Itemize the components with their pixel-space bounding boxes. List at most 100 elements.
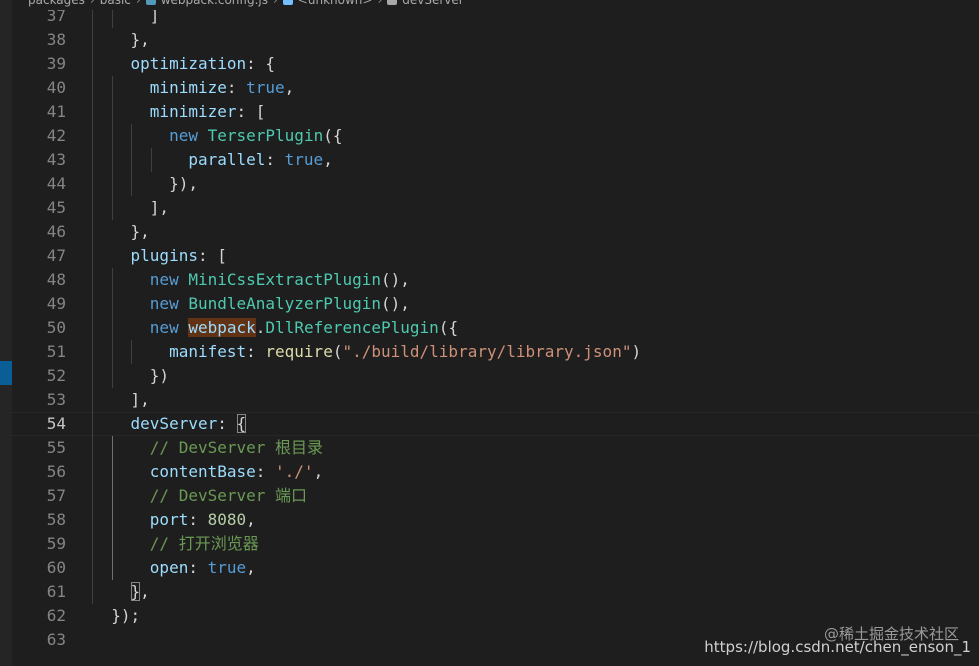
code-line[interactable]: 39 optimization: { (12, 52, 979, 76)
breadcrumb-separator: › (135, 0, 141, 7)
code-token: './' (275, 462, 314, 481)
code-token: minimize (149, 78, 227, 97)
code-line[interactable]: 54 devServer: { (12, 412, 979, 436)
code-token: , (313, 462, 324, 481)
code-token: ({ (438, 318, 459, 337)
code-line[interactable]: 56 contentBase: './', (12, 460, 979, 484)
code-line[interactable]: 44 }), (12, 172, 979, 196)
code-token: }), (92, 174, 198, 193)
indent-guide (111, 436, 113, 580)
breadcrumb-item[interactable]: packages (28, 0, 85, 7)
indent-guide (92, 4, 93, 604)
code-text: contentBase: './', (92, 460, 323, 484)
breadcrumb-item[interactable]: basic (100, 0, 131, 7)
code-line[interactable]: 38 }, (12, 28, 979, 52)
code-text: }, (92, 28, 150, 52)
code-token: : [ (197, 246, 227, 265)
code-line[interactable]: 53 ], (12, 388, 979, 412)
code-token: manifest (169, 342, 247, 361)
code-text: }); (92, 604, 140, 628)
line-number: 42 (46, 126, 66, 145)
code-line[interactable]: 50 new webpack.DllReferencePlugin({ (12, 316, 979, 340)
code-text: devServer: { (92, 413, 247, 435)
code-token: : (246, 342, 266, 361)
line-number: 45 (46, 198, 66, 217)
code-token: // DevServer 端口 (149, 486, 308, 505)
line-number: 38 (46, 30, 66, 49)
code-token: , (323, 150, 333, 169)
code-line[interactable]: 58 port: 8080, (12, 508, 979, 532)
line-number: 63 (46, 630, 66, 649)
code-token: : (255, 462, 276, 481)
code-token: MiniCssExtractPlugin (188, 270, 381, 289)
code-line[interactable]: 41 minimizer: [ (12, 100, 979, 124)
code-line[interactable]: 51 manifest: require("./build/library/li… (12, 340, 979, 364)
code-token: : (226, 78, 247, 97)
code-text: new BundleAnalyzerPlugin(), (92, 292, 410, 316)
code-line[interactable]: 43 parallel: true, (12, 148, 979, 172)
code-token: new (149, 270, 179, 289)
code-token: TerserPlugin (207, 126, 324, 145)
module-symbol-icon (282, 0, 293, 5)
code-token: : (265, 150, 285, 169)
code-line[interactable]: 40 minimize: true, (12, 76, 979, 100)
code-line[interactable]: 61 }, (12, 580, 979, 604)
code-line[interactable]: 57 // DevServer 端口 (12, 484, 979, 508)
breadcrumb-separator: › (377, 0, 383, 7)
code-text: new TerserPlugin({ (92, 124, 342, 148)
code-token: "./build/library/library.json" (342, 342, 632, 361)
line-number: 39 (46, 54, 66, 73)
line-number: 61 (46, 582, 66, 601)
code-token: }, (92, 222, 150, 241)
code-line[interactable]: 48 new MiniCssExtractPlugin(), (12, 268, 979, 292)
code-line[interactable]: 55 // DevServer 根目录 (12, 436, 979, 460)
code-token: new (149, 318, 179, 337)
code-line[interactable]: 46 }, (12, 220, 979, 244)
indent-guide (131, 124, 133, 196)
code-line[interactable]: 47 plugins: [ (12, 244, 979, 268)
code-token: (), (381, 270, 410, 289)
code-token: require (265, 342, 333, 361)
code-token: : (217, 414, 237, 433)
code-line[interactable]: 59 // 打开浏览器 (12, 532, 979, 556)
code-token: ], (92, 198, 170, 217)
code-token: webpack (188, 318, 256, 337)
code-text: optimization: { (92, 52, 276, 76)
breadcrumb-item[interactable]: devServer (402, 0, 463, 7)
code-line[interactable]: 49 new BundleAnalyzerPlugin(), (12, 292, 979, 316)
code-line[interactable]: 45 ], (12, 196, 979, 220)
code-token: : { (246, 54, 276, 73)
code-text: // DevServer 根目录 (92, 436, 323, 460)
code-line[interactable]: 60 open: true, (12, 556, 979, 580)
line-number: 51 (46, 342, 66, 361)
code-token: ({ (323, 126, 343, 145)
indent-guide (111, 268, 113, 388)
code-token: : (188, 558, 208, 577)
code-text: parallel: true, (92, 148, 333, 172)
breadcrumb-item[interactable]: <unknown> (298, 0, 373, 7)
code-token: port (149, 510, 189, 529)
breadcrumb-item[interactable]: webpack.config.js (161, 0, 268, 7)
code-token: , (284, 78, 295, 97)
line-number: 59 (46, 534, 66, 553)
code-text: new webpack.DllReferencePlugin({ (92, 316, 458, 340)
code-text: ], (92, 196, 169, 220)
code-line[interactable]: 42 new TerserPlugin({ (12, 124, 979, 148)
code-token: DllReferencePlugin (265, 318, 439, 337)
code-token: new (149, 294, 179, 313)
line-number: 56 (46, 462, 66, 481)
code-token: optimization (130, 54, 247, 73)
code-editor[interactable]: 37 ] 38 }, 39 optimization: {40 minimize: … (12, 0, 979, 666)
code-token: (), (381, 294, 410, 313)
code-line[interactable]: 52 }) (12, 364, 979, 388)
